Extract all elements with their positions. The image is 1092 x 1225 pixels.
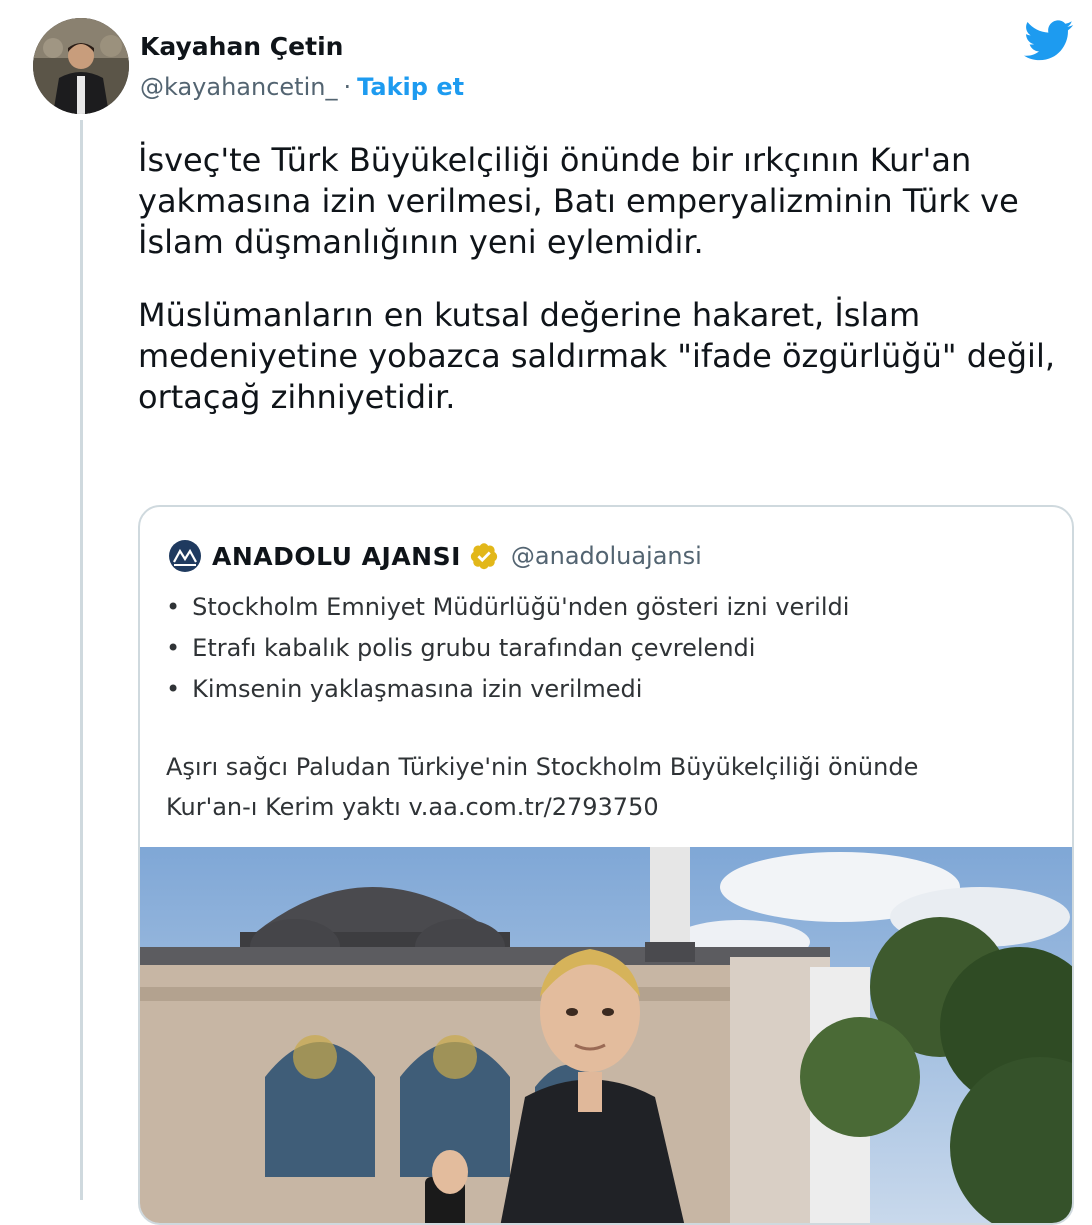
quoted-tweet-header: ANADOLU AJANSI @anadoluajansi xyxy=(168,539,702,573)
tweet-paragraph: Müslümanların en kutsal değerine hakaret… xyxy=(138,296,1055,416)
author-avatar[interactable] xyxy=(33,18,129,114)
quoted-tweet-card[interactable]: ANADOLU AJANSI @anadoluajansi Stockholm … xyxy=(138,505,1074,1225)
follow-button[interactable]: Takip et xyxy=(357,73,464,101)
quoted-tweet-body: Aşırı sağcı Paludan Türkiye'nin Stockhol… xyxy=(166,747,1046,827)
author-handle-row: @kayahancetin_ · Takip et xyxy=(140,73,464,101)
thread-line xyxy=(80,120,83,1200)
tweet-text: İsveç'te Türk Büyükelçiliği önünde bir ı… xyxy=(138,140,1073,450)
quoted-body-line[interactable]: Kur'an-ı Kerim yaktı v.aa.com.tr/2793750 xyxy=(166,787,1046,827)
list-item: Stockholm Emniyet Müdürlüğü'nden gösteri… xyxy=(166,587,849,628)
quoted-author-handle[interactable]: @anadoluajansi xyxy=(511,542,702,570)
quoted-tweet-image[interactable] xyxy=(140,847,1072,1223)
quoted-bullet-list: Stockholm Emniyet Müdürlüğü'nden gösteri… xyxy=(166,587,849,710)
verified-badge-icon xyxy=(470,543,498,570)
author-display-name[interactable]: Kayahan Çetin xyxy=(140,32,343,61)
separator-dot: · xyxy=(343,73,352,101)
quoted-author-name[interactable]: ANADOLU AJANSI xyxy=(212,542,461,571)
quoted-body-line: Aşırı sağcı Paludan Türkiye'nin Stockhol… xyxy=(166,753,919,781)
twitter-bird-icon[interactable] xyxy=(1024,20,1074,62)
list-item: Kimsenin yaklaşmasına izin verilmedi xyxy=(166,669,849,710)
list-item: Etrafı kabalık polis grubu tarafından çe… xyxy=(166,628,849,669)
tweet-paragraph: İsveç'te Türk Büyükelçiliği önünde bir ı… xyxy=(138,141,1019,261)
author-handle[interactable]: @kayahancetin_ xyxy=(140,73,337,101)
anadolu-agency-logo xyxy=(169,540,201,572)
